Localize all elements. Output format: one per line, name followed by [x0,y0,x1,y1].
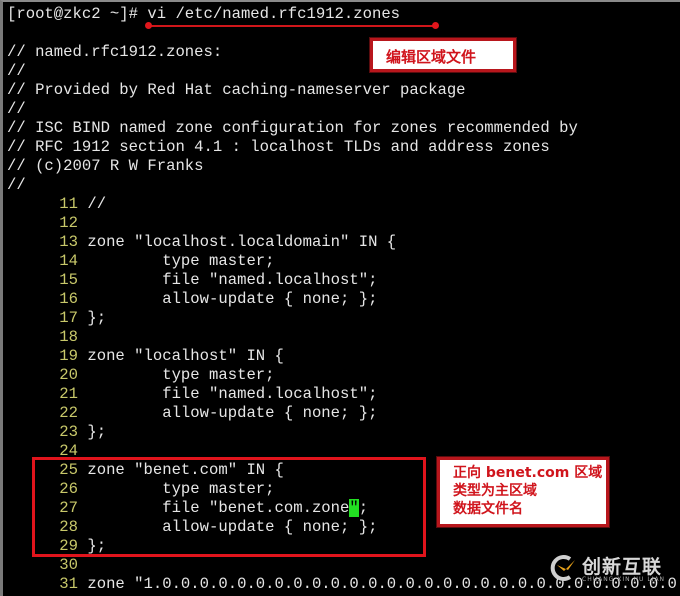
shell-prompt: [root@zkc2 ~]# [7,5,148,23]
code-line: 20 type master; [7,366,275,385]
underline-endpoint [432,22,439,29]
code-text: allow-update { none; }; [87,404,378,422]
watermark-subtitle: CHUANG XIN HU LIAN [582,576,666,583]
line-number: 15 [59,271,78,289]
code-line: 19 zone "localhost" IN { [7,347,284,366]
code-line: 15 file "named.localhost"; [7,271,377,290]
callout-line: 类型为主区域 [453,483,537,499]
code-text: type master; [87,252,275,270]
code-text: file "named.localhost"; [87,271,378,289]
code-text: type master; [87,366,275,384]
callout-line: 正向 benet.com 区域 [453,465,603,481]
header-comment-line: // named.rfc1912.zones: [7,43,223,61]
line-number: 30 [59,556,78,574]
line-number: 31 [59,575,78,593]
line-number: 20 [59,366,78,384]
shell-prompt-line: [root@zkc2 ~]# vi /etc/named.rfc1912.zon… [7,5,400,24]
line-number: 18 [59,328,78,346]
code-line: 18 [7,328,87,347]
brand-logo-icon [550,555,575,581]
code-line: 23 }; [7,423,106,442]
code-line: 17 }; [7,309,106,328]
code-text: }; [87,309,107,327]
benet-zone-callout: 正向 benet.com 区域 类型为主区域 数据文件名 [437,457,609,527]
edit-zone-file-callout: 编辑区域文件 [370,38,516,72]
header-comment-line: // RFC 1912 section 4.1 : localhost TLDs… [7,138,550,156]
benet-zone-highlight-box [32,457,426,557]
command-underline-annotation [145,22,439,29]
code-line: 16 allow-update { none; }; [7,290,377,309]
line-number: 14 [59,252,78,270]
code-text: file "named.localhost"; [87,385,378,403]
callout-line: 数据文件名 [453,501,523,517]
code-line: 21 file "named.localhost"; [7,385,377,404]
line-number: 21 [59,385,78,403]
line-number: 19 [59,347,78,365]
code-line: 22 allow-update { none; }; [7,404,377,423]
header-comment-line: // Provided by Red Hat caching-nameserve… [7,81,466,99]
header-comment-line: // [7,62,26,80]
line-number: 13 [59,233,78,251]
line-number: 12 [59,214,78,232]
header-comment-line: // [7,100,26,118]
line-number: 22 [59,404,78,422]
header-comment-line: // ISC BIND named zone configuration for… [7,119,578,137]
code-text: allow-update { none; }; [87,290,378,308]
watermark: 创新互联 CHUANG XIN HU LIAN [548,551,676,591]
shell-command: vi /etc/named.rfc1912.zones [147,5,401,23]
code-text: zone "localhost" IN { [87,347,284,365]
code-line: 12 [7,214,87,233]
line-number: 16 [59,290,78,308]
code-line: 13 zone "localhost.localdomain" IN { [7,233,396,252]
code-text: // [87,195,107,213]
code-line: 14 type master; [7,252,275,271]
code-line: 30 [7,556,87,575]
code-line: 11 // [7,195,106,214]
line-number: 17 [59,309,78,327]
underline-endpoint [145,22,152,29]
code-text: zone "localhost.localdomain" IN { [87,233,397,251]
header-comment-line: // (c)2007 R W Franks [7,157,204,175]
code-text: }; [87,423,107,441]
header-comment-line: // [7,176,26,194]
watermark-brand: 创新互联 [582,556,663,578]
line-number: 23 [59,423,78,441]
line-number: 11 [59,195,78,213]
